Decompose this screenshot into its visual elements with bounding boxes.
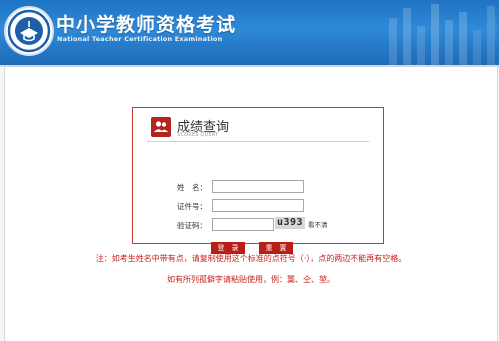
main-content: 成绩查询 SCORES QUERY 姓 名： 证件号： 验证码： u393 看不… xyxy=(4,67,498,341)
users-icon xyxy=(151,117,171,137)
panel-subtitle: SCORES QUERY xyxy=(177,132,219,138)
captcha-input[interactable] xyxy=(212,218,274,231)
name-input[interactable] xyxy=(212,180,304,193)
note-rare-characters: 如有所列孤僻字请粘贴使用，例：龑、仝、堃。 xyxy=(167,275,335,284)
id-number-input[interactable] xyxy=(212,199,304,212)
decorative-bars xyxy=(389,4,495,65)
captcha-refresh-link[interactable]: 看不清 xyxy=(308,219,328,229)
teacher-exam-logo-icon xyxy=(4,6,54,56)
site-title: 中小学教师资格考试 xyxy=(56,14,237,36)
score-query-panel: 成绩查询 SCORES QUERY 姓 名： 证件号： 验证码： u393 看不… xyxy=(132,107,384,254)
site-subtitle: National Teacher Certification Examinati… xyxy=(57,35,223,43)
header-banner: 中小学教师资格考试 National Teacher Certification… xyxy=(0,0,499,65)
captcha-label: 验证码： xyxy=(177,221,207,230)
name-label: 姓 名： xyxy=(177,183,207,192)
panel-divider xyxy=(147,141,369,142)
note-dot-symbol: 注：如考生姓名中带有点，请复制使用这个标准的点符号（·），点的两边不能再有空格。 xyxy=(95,254,407,263)
captcha-image[interactable]: u393 xyxy=(275,217,305,229)
id-number-label: 证件号： xyxy=(177,202,207,211)
